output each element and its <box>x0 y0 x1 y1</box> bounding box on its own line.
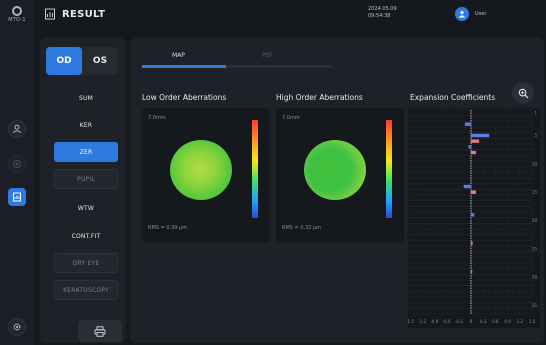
low-order-title: Low Order Aberrations <box>142 93 227 102</box>
high-order-wavefront <box>304 140 366 200</box>
high-order-color-scale <box>386 120 392 218</box>
menu-cont-fit[interactable]: CONT.FIT <box>54 226 118 246</box>
left-rail: MTO-1 <box>0 0 34 345</box>
time-text: 09:54:38 <box>368 13 391 19</box>
datetime: 2024.05.09 09:54:38 <box>368 6 397 20</box>
low-order-wavefront <box>170 140 232 200</box>
eye-toggle: OD OS <box>46 47 118 75</box>
menu-ker[interactable]: KER <box>54 115 118 135</box>
coefficient-bar <box>471 139 480 143</box>
x-tick-label: -0.3 <box>455 319 463 324</box>
tab-active-indicator <box>142 65 226 68</box>
zoom-in-icon <box>518 88 528 98</box>
high-order-title: High Order Aberrations <box>276 93 363 102</box>
low-order-color-scale <box>252 120 258 218</box>
row-index-label: 35 <box>532 303 538 308</box>
x-tick-label: -1.5 <box>408 319 414 324</box>
print-button[interactable] <box>78 320 122 342</box>
os-button[interactable]: OS <box>82 47 118 75</box>
result-doc-icon <box>45 8 55 20</box>
row-index-label: 1 <box>534 110 537 115</box>
menu-pupil[interactable]: PUPIL <box>54 169 118 189</box>
coefficient-bar <box>471 190 476 194</box>
settings-button[interactable] <box>8 318 26 336</box>
row-index-label: 10 <box>532 161 538 166</box>
x-tick-label: 0.6 <box>492 319 499 324</box>
x-tick-label: 0.9 <box>504 319 511 324</box>
coefficient-bar <box>463 184 471 189</box>
expansion-title: Expansion Coefficients <box>410 93 496 102</box>
user-avatar[interactable] <box>455 7 469 21</box>
low-order-rms: RMS = 0.39 μm <box>148 225 188 231</box>
row-index-label: 30 <box>532 275 538 280</box>
x-tick-label: 0 <box>470 319 473 324</box>
result-menu-panel: OD OS SUM KER ZER PUPIL WTW CONT.FIT DRY… <box>40 38 126 343</box>
menu-sum[interactable]: SUM <box>54 88 118 108</box>
coefficient-bar <box>471 133 490 138</box>
measure-button[interactable] <box>8 155 26 173</box>
tab-underline <box>142 65 332 68</box>
low-order-diameter: 7.0mm <box>148 115 166 121</box>
coefficient-bar <box>471 150 476 155</box>
row-index-label: 5 <box>534 133 537 138</box>
x-tick-label: 1.5 <box>529 319 536 324</box>
zoom-button[interactable] <box>512 82 534 104</box>
expansion-chart-svg: 15101520253035-1.5-1.2-0.9-0.6-0.300.30.… <box>408 109 538 324</box>
coefficient-bar <box>471 213 475 217</box>
high-order-rms: RMS = 0.32 μm <box>282 225 322 231</box>
x-tick-label: -0.9 <box>430 319 438 324</box>
target-icon <box>13 160 21 168</box>
eye-logo-icon <box>12 6 22 16</box>
x-tick-label: 1.2 <box>517 319 524 324</box>
document-chart-icon <box>13 192 21 202</box>
menu-zer[interactable]: ZER <box>54 142 118 162</box>
low-order-map[interactable]: 7.0mm RMS = 0.39 μm <box>142 108 270 242</box>
tab-psf[interactable]: PSF <box>262 52 273 59</box>
header-bar: RESULT 2024.05.09 09:54:38 User <box>34 0 546 30</box>
row-index-label: 15 <box>532 190 538 195</box>
tab-map[interactable]: MAP <box>172 52 185 59</box>
printer-icon <box>94 325 106 337</box>
row-index-label: 20 <box>532 218 538 223</box>
user-icon <box>459 11 465 18</box>
od-button[interactable]: OD <box>46 47 82 75</box>
x-tick-label: 0.3 <box>480 319 487 324</box>
menu-dry-eye[interactable]: DRY EYE <box>54 253 118 273</box>
zer-result-panel: MAP PSF Low Order Aberrations High Order… <box>130 38 544 343</box>
user-name: User <box>475 11 487 17</box>
x-tick-label: -1.2 <box>418 319 426 324</box>
logo-text: MTO-1 <box>8 17 26 23</box>
user-icon <box>13 124 21 134</box>
high-order-diameter: 7.0mm <box>282 115 300 121</box>
menu-wtw[interactable]: WTW <box>54 198 118 218</box>
coefficient-bar <box>468 145 471 149</box>
app-logo: MTO-1 <box>4 6 30 23</box>
date-text: 2024.05.09 <box>368 6 397 12</box>
user-profile-button[interactable] <box>8 120 26 138</box>
gear-icon <box>13 323 21 331</box>
row-index-label: 25 <box>532 246 538 251</box>
coefficient-bar <box>464 122 471 126</box>
coefficient-bar <box>471 269 473 274</box>
high-order-map[interactable]: 7.0mm RMS = 0.32 μm <box>276 108 404 242</box>
page-title: RESULT <box>62 9 106 20</box>
menu-keratoscopy[interactable]: KERATOSCOPY <box>54 280 118 300</box>
coefficient-bar <box>471 241 473 245</box>
x-tick-label: -0.6 <box>443 319 451 324</box>
expansion-coefficients-chart[interactable]: 15101520253035-1.5-1.2-0.9-0.6-0.300.30.… <box>408 108 540 328</box>
result-nav-button[interactable] <box>8 188 26 206</box>
